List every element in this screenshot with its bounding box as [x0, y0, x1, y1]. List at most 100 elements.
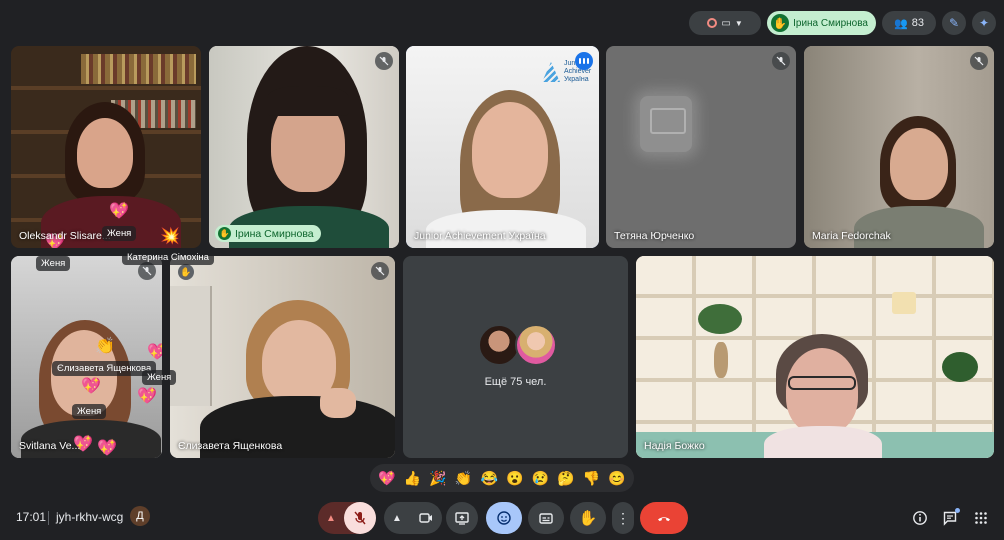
meeting-details-button[interactable]: [910, 508, 930, 528]
camera-toggle-button[interactable]: [410, 502, 442, 534]
video-tile-maria[interactable]: Maria Fedorchak: [804, 46, 994, 248]
mic-off-icon: [776, 56, 786, 66]
ja-logo-line: Україна: [564, 76, 589, 83]
reaction-thumbs-up-button[interactable]: 👍: [404, 470, 421, 487]
raised-hand-icon: ✋: [218, 227, 231, 240]
participant-name: Svitlana Ve...: [19, 440, 81, 452]
heart-reaction: 💖: [97, 440, 117, 457]
mic-off-icon: [142, 266, 152, 276]
hand-icon: ✋: [578, 510, 598, 527]
gemini-button[interactable]: ✦: [972, 11, 996, 35]
participant-name: Єлизавета Ященкова: [178, 440, 283, 452]
reactions-button[interactable]: [486, 502, 522, 534]
person-face: [472, 102, 548, 198]
video-tile-junior-achievement[interactable]: Junior Achiever Україна Junior Achieveme…: [406, 46, 599, 248]
sparkle-icon: ✦: [978, 16, 990, 30]
captions-icon: [539, 513, 553, 524]
video-tile-svitlana[interactable]: 👏 💖 💖 💖 💖 💖 Svitlana Ve...: [11, 256, 162, 458]
recording-controls[interactable]: ▭ ▼: [689, 11, 762, 35]
pen-icon: ✎: [948, 16, 960, 30]
person-body: [764, 426, 882, 458]
chevron-down-icon: ▼: [734, 18, 743, 28]
participant-name: Oleksandr Slisare...: [19, 230, 111, 242]
mic-off-icon: [974, 56, 984, 66]
captions-button[interactable]: [528, 502, 564, 534]
reaction-sad-button[interactable]: 😢: [532, 470, 549, 487]
notification-dot: [955, 508, 960, 513]
more-participants-label: Ещё 75 чел.: [484, 376, 547, 388]
smiley-icon: [497, 511, 511, 525]
reaction-laugh-button[interactable]: 😂: [480, 470, 497, 487]
reaction-surprised-button[interactable]: 😮: [506, 470, 523, 487]
draw-button[interactable]: ✎: [942, 11, 966, 35]
raised-hand-icon: ✋: [771, 14, 790, 32]
video-tile-iryna[interactable]: ✋ Ірина Смирнова: [209, 46, 399, 248]
reaction-clap-button[interactable]: 👏: [455, 470, 472, 487]
video-tile-oleksandr[interactable]: 💖 💖 Oleksandr Slisare...: [11, 46, 201, 248]
speaking-indicator: [575, 52, 593, 70]
camera-options-chevron-icon[interactable]: ▲: [392, 513, 402, 524]
reaction-chip: Женя: [36, 256, 71, 271]
raised-hand-name: Ірина Смирнова: [793, 17, 868, 29]
grid-icon: [975, 512, 987, 524]
shelf-plant: [698, 304, 742, 334]
reaction-chip: Женя: [142, 370, 177, 385]
reaction-chip: Женя: [72, 404, 107, 419]
mic-off-icon: [354, 511, 366, 525]
participants-button[interactable]: 👥 83: [882, 11, 936, 35]
person-face: [77, 118, 133, 188]
divider: [48, 511, 49, 525]
video-tile-tetiana[interactable]: Тетяна Юрченко: [606, 46, 796, 248]
room-door: [170, 286, 212, 406]
participant-name: Maria Fedorchak: [812, 230, 891, 242]
bottom-control-bar: 17:01 jyh-rkhv-wcg Д ▲ ▲ ✋ ⋮: [0, 498, 1004, 540]
activities-button[interactable]: [971, 508, 991, 528]
avatar: [478, 324, 520, 366]
participant-name: Junior Achievement Україна: [414, 230, 546, 242]
raised-hand-indicator[interactable]: ✋ Ірина Смирнова: [767, 11, 876, 35]
shelf-vase: [714, 342, 728, 378]
more-reactions-button[interactable]: 😊: [608, 470, 625, 487]
muted-indicator: [970, 52, 988, 70]
mic-options-chevron-icon[interactable]: ▲: [326, 513, 336, 524]
top-bar: ▭ ▼ ✋ Ірина Смирнова 👥 83 ✎ ✦: [689, 10, 996, 36]
raise-hand-button[interactable]: ✋: [570, 502, 606, 534]
mic-control-group: ▲: [318, 502, 376, 534]
emoji-reaction-bar: 💖 👍 🎉 👏 😂 😮 😢 🤔 👎 😊: [370, 464, 634, 492]
person-bangs: [267, 86, 349, 116]
mic-off-icon: [375, 266, 385, 276]
muted-indicator: [375, 52, 393, 70]
shelf-lamp: [892, 292, 916, 314]
heart-reaction: 💖: [147, 344, 162, 361]
muted-indicator: [371, 262, 389, 280]
reaction-heart-button[interactable]: 💖: [378, 470, 395, 487]
leave-call-button[interactable]: [640, 502, 688, 534]
participant-name: Ірина Смирнова: [235, 227, 314, 240]
glasses: [788, 376, 856, 390]
video-tile-yelyzaveta[interactable]: ✋ Єлизавета Ященкова: [170, 256, 395, 458]
heart-reaction: 💖: [137, 388, 157, 405]
heart-reaction: 💖: [81, 378, 101, 395]
raised-hand-name-tag: ✋ Ірина Смирнова: [215, 225, 321, 242]
meeting-time: 17:01: [16, 510, 47, 524]
person-hand: [320, 388, 356, 418]
reaction-thumbs-down-button[interactable]: 👎: [583, 470, 600, 487]
more-participants-tile[interactable]: Ещё 75 чел.: [403, 256, 628, 458]
mic-toggle-button[interactable]: [344, 502, 376, 534]
burst-reaction: 💥: [160, 228, 180, 245]
participant-name: Тетяна Юрченко: [614, 230, 695, 242]
reaction-chip: Єлизавета Ященкова: [52, 361, 157, 376]
reaction-thinking-button[interactable]: 🤔: [557, 470, 574, 487]
chat-button[interactable]: [940, 508, 960, 528]
video-tile-nadiia[interactable]: Надія Божко: [636, 256, 994, 458]
meeting-code: jyh-rkhv-wcg: [56, 510, 124, 524]
phone-hangup-icon: [658, 517, 670, 522]
reaction-party-button[interactable]: 🎉: [429, 470, 446, 487]
present-screen-icon: [455, 512, 469, 525]
present-screen-button[interactable]: [446, 502, 478, 534]
clap-reaction: 👏: [95, 338, 115, 355]
avatar: [515, 324, 557, 366]
mic-off-icon: [379, 56, 389, 66]
more-options-button[interactable]: ⋮: [612, 502, 634, 534]
shelf-plant: [942, 352, 978, 382]
